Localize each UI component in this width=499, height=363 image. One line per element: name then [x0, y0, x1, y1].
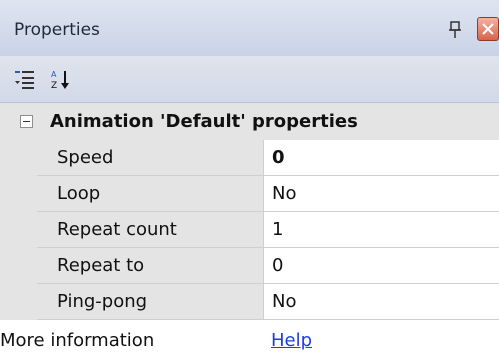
property-value[interactable]: 0 — [263, 140, 499, 176]
sort-alphabetical-icon[interactable]: A Z — [50, 68, 72, 91]
property-name: Repeat count — [37, 212, 263, 248]
more-info-label: More information — [0, 330, 155, 351]
categorized-view-icon[interactable] — [14, 68, 36, 90]
svg-text:A: A — [51, 70, 57, 79]
more-info-row: More information Help — [0, 320, 499, 363]
property-row-repeat-count[interactable]: Repeat count 1 — [0, 212, 499, 248]
property-name: Loop — [37, 176, 263, 212]
property-value[interactable]: No — [263, 176, 499, 212]
close-icon — [482, 23, 494, 35]
property-value[interactable]: 1 — [263, 212, 499, 248]
panel-title: Properties — [14, 20, 100, 40]
properties-panel: Properties A Z Animation 'Default' prope… — [0, 0, 499, 363]
category-row[interactable]: Animation 'Default' properties — [0, 103, 499, 141]
property-value[interactable]: No — [263, 284, 499, 320]
close-button[interactable] — [477, 17, 499, 41]
help-link[interactable]: Help — [271, 330, 312, 351]
property-row-ping-pong[interactable]: Ping-pong No — [0, 284, 499, 320]
property-name: Speed — [37, 140, 263, 176]
property-row-repeat-to[interactable]: Repeat to 0 — [0, 248, 499, 284]
pin-icon[interactable] — [447, 21, 463, 39]
property-name: Repeat to — [37, 248, 263, 284]
property-row-loop[interactable]: Loop No — [0, 176, 499, 212]
collapse-toggle[interactable] — [20, 115, 33, 128]
property-row-speed[interactable]: Speed 0 — [0, 140, 499, 176]
property-name: Ping-pong — [37, 284, 263, 320]
properties-toolbar: A Z — [0, 56, 499, 103]
panel-titlebar: Properties — [0, 0, 499, 56]
category-label: Animation 'Default' properties — [50, 111, 358, 132]
svg-text:Z: Z — [51, 81, 57, 90]
property-value[interactable]: 0 — [263, 248, 499, 284]
